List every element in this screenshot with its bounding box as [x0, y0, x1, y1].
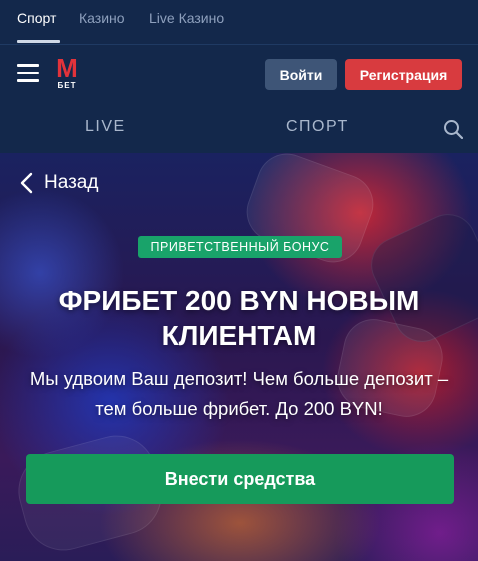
tab-live-casino[interactable]: Live Казино [149, 10, 224, 26]
nav-sport[interactable]: СПОРТ [286, 118, 349, 136]
logo[interactable]: М БЕТ [54, 53, 80, 91]
tab-casino[interactable]: Казино [79, 10, 125, 26]
promo-subtitle: Мы удвоим Ваш депозит! Чем больше депози… [29, 368, 449, 419]
main-nav: LIVE СПОРТ [0, 103, 478, 153]
tab-sport[interactable]: Спорт [17, 10, 56, 26]
deposit-button[interactable]: Внести средства [26, 454, 454, 504]
nav-live[interactable]: LIVE [85, 118, 126, 136]
search-icon[interactable] [443, 119, 463, 139]
register-button[interactable]: Регистрация [345, 59, 462, 90]
logo-letter: М [56, 53, 78, 83]
back-button[interactable]: Назад [18, 169, 98, 197]
promo-banner: Назад ПРИВЕТСТВЕННЫЙ БОНУС ФРИБЕТ 200 BY… [0, 153, 478, 561]
chevron-left-icon [20, 172, 33, 194]
active-tab-indicator [17, 40, 60, 43]
promo-headline: ФРИБЕТ 200 BYN НОВЫМ КЛИЕНТАМ [58, 285, 420, 351]
header: М БЕТ Войти Регистрация [0, 45, 478, 103]
back-label: Назад [44, 172, 99, 193]
logo-sub: БЕТ [57, 81, 77, 90]
login-button[interactable]: Войти [265, 59, 337, 90]
menu-icon[interactable] [17, 64, 39, 82]
top-tabs: Спорт Казино Live Казино [0, 0, 478, 45]
welcome-bonus-badge: ПРИВЕТСТВЕННЫЙ БОНУС [138, 236, 342, 258]
